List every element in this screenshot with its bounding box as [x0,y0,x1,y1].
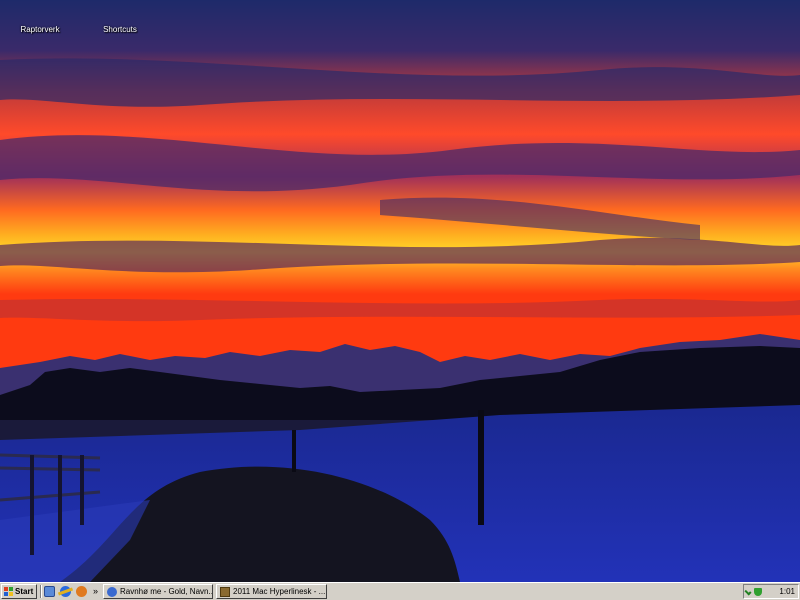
taskbar-button-browser[interactable]: Ravnhø me - Gold, Navn... [103,584,213,599]
start-button[interactable]: Start [1,584,37,599]
windows-logo-icon [4,587,13,596]
desktop-icon-label: Raptorverk [20,25,60,34]
archive-icon [220,586,230,597]
shield-icon[interactable] [754,587,762,596]
clock[interactable]: 1:01 [779,587,798,596]
internet-explorer-icon[interactable] [60,586,71,597]
browser-icon [107,586,117,597]
start-label: Start [15,587,34,596]
show-desktop-icon[interactable] [44,586,55,597]
taskbar-separator [40,585,42,598]
quick-launch-overflow-button[interactable]: » [93,585,98,597]
media-player-icon[interactable] [76,586,87,597]
desktop-icon-shortcuts[interactable]: Shortcuts [88,24,152,35]
desktop-icon-raptorverk[interactable]: Raptorverk [8,24,72,35]
taskbar-button-label: Ravnhø me - Gold, Navn... [120,587,212,596]
taskbar-button-archive[interactable]: 2011 Mac Hyperlinesk - ... [216,584,327,599]
system-tray: 1:01 [743,584,799,599]
taskbar: Start » Ravnhø me - Gold, Navn... 2011 M… [0,582,800,600]
taskbar-button-label: 2011 Mac Hyperlinesk - ... [233,587,326,596]
check-icon[interactable] [744,587,752,596]
desktop: Raptorverk Shortcuts [0,0,800,582]
desktop-icon-label: Shortcuts [103,25,137,34]
wallpaper [0,0,800,582]
